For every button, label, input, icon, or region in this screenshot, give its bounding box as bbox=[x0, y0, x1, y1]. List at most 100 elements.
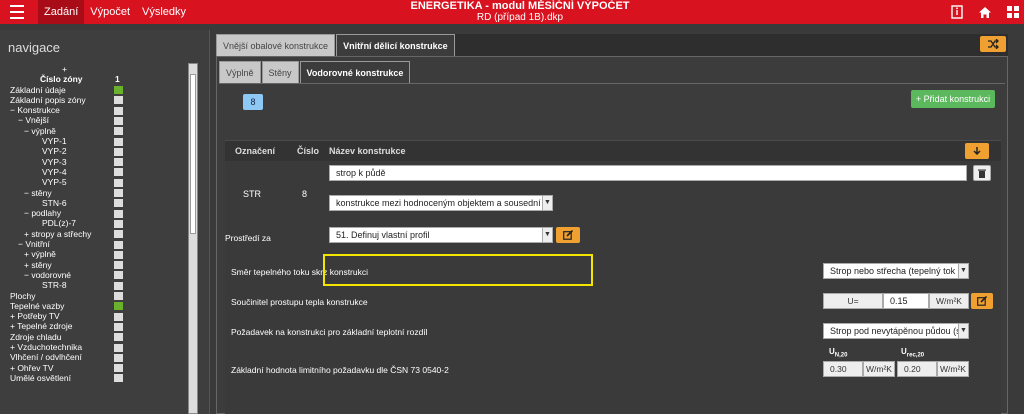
top-tabs: Vnější obalové konstrukce Vnitřní dělicí… bbox=[216, 34, 456, 56]
nav-item-label: − stěny bbox=[24, 187, 52, 198]
arrow-down-icon bbox=[973, 147, 981, 156]
nav-item-label: Zdroje chladu bbox=[10, 331, 62, 342]
status-box bbox=[114, 230, 123, 239]
nav-item[interactable]: Zdroje chladu bbox=[0, 332, 188, 342]
prostredi-value: 51. Definuj vlastní profil bbox=[336, 230, 430, 240]
edit-icon bbox=[976, 296, 987, 306]
nav-item[interactable]: − Vnější bbox=[0, 115, 188, 125]
nav-item-label: + Ohřev TV bbox=[10, 362, 54, 373]
nav-item[interactable]: VYP-1 bbox=[0, 136, 188, 146]
u-symbol: U= bbox=[823, 293, 883, 309]
menu-item-vypocet[interactable]: Výpočet bbox=[84, 0, 136, 24]
nav-item[interactable]: + výplně bbox=[0, 249, 188, 259]
sidebar-scroll-thumb[interactable] bbox=[190, 74, 196, 234]
tab-vodorovne[interactable]: Vodorovné konstrukce bbox=[299, 61, 411, 83]
nav-item[interactable]: VYP-3 bbox=[0, 157, 188, 167]
construction-name-input[interactable]: strop k půdě bbox=[329, 165, 967, 181]
status-box bbox=[114, 250, 123, 259]
grid-icon[interactable] bbox=[1006, 5, 1020, 19]
nav-item[interactable]: − stěny bbox=[0, 188, 188, 198]
row-number: 8 bbox=[302, 189, 308, 199]
zone-number: 1 bbox=[115, 74, 120, 85]
nav-item[interactable]: Tepelné vazby bbox=[0, 301, 188, 311]
header-nazev: Název konstrukce bbox=[329, 146, 406, 156]
nav-item[interactable]: − podlahy bbox=[0, 208, 188, 218]
status-box bbox=[114, 219, 123, 228]
un20-unit: W/m²K bbox=[863, 361, 895, 377]
sub-tabs: Výplně Stěny Vodorovné konstrukce bbox=[219, 61, 411, 83]
chevron-down-icon[interactable]: ▼ bbox=[958, 264, 968, 278]
nav-item[interactable]: − Vnitřní bbox=[0, 239, 188, 249]
info-book-icon[interactable] bbox=[950, 5, 964, 19]
tab-vnejsi-obalove[interactable]: Vnější obalové konstrukce bbox=[216, 34, 336, 56]
collapse-button[interactable] bbox=[965, 143, 989, 159]
nav-item[interactable]: + Potřeby TV bbox=[0, 311, 188, 321]
nav-item-label: STN-6 bbox=[42, 197, 67, 208]
nav-item[interactable]: VYP-5 bbox=[0, 177, 188, 187]
menu-item-zadani[interactable]: Zadání bbox=[38, 0, 85, 24]
nav-item[interactable]: − vodorovné bbox=[0, 270, 188, 280]
nav-item-label: + Tepelné zdroje bbox=[10, 321, 73, 332]
top-bar: Zadání Výpočet Výsledky ENERGETIKA - mod… bbox=[0, 0, 1024, 24]
nav-item[interactable]: − Konstrukce bbox=[0, 105, 188, 115]
chevron-down-icon[interactable]: ▼ bbox=[542, 228, 552, 242]
smer-select[interactable]: Strop nebo střecha (tepelný tok n ▼ bbox=[823, 263, 969, 279]
nav-item[interactable]: PDL(z)-7 bbox=[0, 218, 188, 228]
nav-item[interactable]: VYP-4 bbox=[0, 167, 188, 177]
chevron-down-icon[interactable]: ▼ bbox=[542, 196, 552, 210]
nav-item[interactable]: Plochy bbox=[0, 291, 188, 301]
nav-item[interactable]: + Vzduchotechnika bbox=[0, 342, 188, 352]
delete-button[interactable] bbox=[973, 165, 991, 181]
un20-header: UN,20 bbox=[829, 347, 848, 359]
nav-item[interactable]: + Tepelné zdroje bbox=[0, 321, 188, 331]
construction-type-select[interactable]: konstrukce mezi hodnoceným objektem a so… bbox=[329, 195, 553, 211]
status-box bbox=[114, 147, 123, 156]
shuffle-button[interactable] bbox=[980, 36, 1006, 52]
main-content: Vnější obalové konstrukce Vnitřní dělicí… bbox=[216, 34, 1008, 414]
nav-item-label: − Vnější bbox=[18, 115, 49, 126]
vodorovne-panel: 8 + Přidat konstrukci Označení Číslo Náz… bbox=[219, 83, 1005, 414]
status-box bbox=[114, 189, 123, 198]
nav-item[interactable]: + stěny bbox=[0, 260, 188, 270]
prostredi-select[interactable]: 51. Definuj vlastní profil ▼ bbox=[329, 227, 553, 243]
tab-steny[interactable]: Stěny bbox=[261, 61, 299, 83]
nav-item[interactable]: Vlhčení / odvlhčení bbox=[0, 352, 188, 362]
nav-tree: + Číslo zóny 1 Základní údaje Základní po… bbox=[0, 64, 188, 383]
pozadavek-select[interactable]: Strop pod nevytápěnou půdou (s ▼ bbox=[823, 323, 969, 339]
nav-item-label: VYP-3 bbox=[42, 156, 67, 167]
status-box bbox=[114, 199, 123, 208]
status-box bbox=[114, 127, 123, 136]
nav-item[interactable]: Umělé osvětlení bbox=[0, 373, 188, 383]
nav-item[interactable]: + Ohřev TV bbox=[0, 363, 188, 373]
home-icon[interactable] bbox=[978, 5, 992, 19]
edit-profile-button[interactable] bbox=[556, 227, 580, 243]
nav-item[interactable]: − výplně bbox=[0, 126, 188, 136]
status-box bbox=[114, 96, 123, 105]
nav-item[interactable]: STN-6 bbox=[0, 198, 188, 208]
status-box bbox=[114, 292, 123, 301]
add-construction-button[interactable]: + Přidat konstrukci bbox=[911, 90, 995, 108]
status-box bbox=[114, 240, 123, 249]
nav-item[interactable]: VYP-2 bbox=[0, 146, 188, 156]
nav-item[interactable]: + stropy a střechy bbox=[0, 229, 188, 239]
tab-vyplne[interactable]: Výplně bbox=[219, 61, 261, 83]
constructions-panel: Výplně Stěny Vodorovné konstrukce 8 + Př… bbox=[216, 56, 1008, 414]
nav-item[interactable]: STR-8 bbox=[0, 280, 188, 290]
edit-u-button[interactable] bbox=[971, 293, 993, 309]
chevron-down-icon[interactable]: ▼ bbox=[958, 324, 968, 338]
status-box bbox=[114, 116, 123, 125]
count-chip[interactable]: 8 bbox=[243, 94, 263, 110]
highlight-box bbox=[323, 254, 593, 286]
app-title: ENERGETIKA - modul MĚSÍČNÍ VÝPOČET bbox=[410, 0, 630, 12]
nav-item[interactable]: Základní popis zóny bbox=[0, 95, 188, 105]
sidebar-scrollbar[interactable] bbox=[188, 63, 198, 414]
nav-row-plus[interactable]: + bbox=[0, 64, 188, 74]
status-box bbox=[114, 271, 123, 280]
menu-item-vysledky[interactable]: Výsledky bbox=[136, 0, 192, 24]
menu-icon[interactable] bbox=[0, 0, 34, 24]
u-value-input[interactable]: 0.15 bbox=[883, 293, 929, 309]
nav-item[interactable]: Základní údaje bbox=[0, 85, 188, 95]
nav-item-label: VYP-2 bbox=[42, 146, 67, 157]
un20-value: 0.30 bbox=[823, 361, 863, 377]
tab-vnitrni-delici[interactable]: Vnitřní dělicí konstrukce bbox=[336, 34, 455, 56]
